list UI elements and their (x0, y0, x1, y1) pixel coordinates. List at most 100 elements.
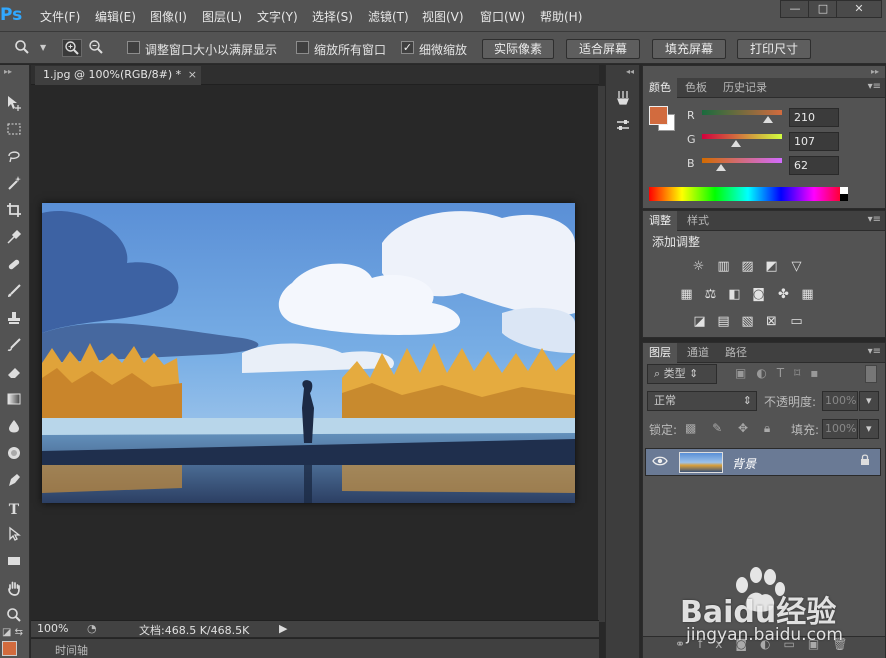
menu-select[interactable]: 选择(S) (312, 8, 353, 25)
menu-view[interactable]: 视图(V) (422, 8, 464, 25)
expand-dock-icon[interactable]: ◂◂ (626, 67, 634, 76)
blend-mode-select[interactable]: 正常 ⇕ (647, 391, 757, 411)
foreground-color-swatch-panel[interactable] (649, 106, 668, 125)
brightness-contrast-icon[interactable]: ☼ (690, 259, 707, 274)
menu-file[interactable]: 文件(F) (40, 8, 80, 25)
menu-filter[interactable]: 滤镜(T) (368, 8, 409, 25)
fx-icon[interactable]: fx (698, 637, 735, 651)
rectangle-tool-icon[interactable] (3, 553, 25, 575)
zoom-level[interactable]: 100% (37, 622, 68, 635)
foreground-color-swatch[interactable] (2, 641, 17, 656)
menu-window[interactable]: 窗口(W) (480, 8, 525, 25)
tab-paths[interactable]: 路径 (719, 343, 753, 363)
hand-tool-icon[interactable] (3, 580, 25, 602)
tab-layers[interactable]: 图层 (643, 343, 677, 363)
blur-icon[interactable] (3, 418, 25, 440)
menu-edit[interactable]: 编辑(E) (95, 8, 136, 25)
channel-b-field[interactable]: 62 (789, 156, 839, 175)
levels-icon[interactable]: ▥ (715, 259, 732, 274)
zoom-tool-icon[interactable] (3, 607, 25, 629)
channel-r-thumb[interactable] (762, 116, 773, 123)
minimize-button[interactable]: — (780, 0, 810, 18)
collapse-tools-icon[interactable]: ▸▸ (4, 67, 12, 76)
channel-g-thumb[interactable] (730, 140, 741, 147)
opacity-dropdown[interactable]: ▾ (859, 391, 879, 411)
actual-pixels-button[interactable]: 实际像素 (482, 39, 554, 59)
print-size-button[interactable]: 打印尺寸 (737, 39, 811, 59)
color-lookup-icon[interactable]: ▦ (799, 287, 816, 302)
type-tool-icon[interactable]: T (3, 499, 25, 521)
gradient-map-icon[interactable]: ▭ (788, 314, 805, 329)
restore-button[interactable]: □ (808, 0, 838, 18)
photo-filter-icon[interactable]: ◙ (750, 287, 767, 302)
channel-b-thumb[interactable] (716, 164, 727, 171)
channel-r-field[interactable]: 210 (789, 108, 839, 127)
spectrum-black[interactable] (840, 194, 848, 201)
menu-type[interactable]: 文字(Y) (257, 8, 298, 25)
eye-icon[interactable] (650, 455, 670, 469)
layer-filter-select[interactable]: ⌕ 类型 ⇕ (647, 364, 717, 384)
brush-tool-icon[interactable] (3, 283, 25, 305)
hue-saturation-icon[interactable]: ▦ (678, 287, 695, 302)
trash-icon[interactable]: 🗑︎ (832, 637, 860, 651)
move-tool-icon[interactable] (3, 94, 25, 116)
layer-row[interactable]: 背景 (645, 448, 881, 476)
selective-color-icon[interactable]: ⊠ (763, 314, 780, 329)
canvas-image[interactable] (42, 203, 575, 503)
history-brush-icon[interactable] (3, 337, 25, 359)
tab-styles[interactable]: 样式 (681, 211, 715, 231)
filter-toggle[interactable] (865, 365, 877, 383)
properties-icon[interactable] (612, 117, 634, 139)
menu-image[interactable]: 图像(I) (150, 8, 187, 25)
fill-dropdown[interactable]: ▾ (859, 419, 879, 439)
marquee-tool-icon[interactable] (3, 121, 25, 143)
channel-g-field[interactable]: 107 (789, 132, 839, 151)
crop-tool-icon[interactable] (3, 202, 25, 224)
color-spectrum-bar[interactable] (649, 187, 847, 201)
menu-help[interactable]: 帮助(H) (540, 8, 582, 25)
fill-screen-button[interactable]: 填充屏幕 (652, 39, 726, 59)
lasso-tool-icon[interactable] (3, 148, 25, 170)
panel-menu-icon[interactable]: ▾≡ (868, 214, 881, 225)
zoom-all-checkbox[interactable] (296, 41, 309, 54)
dodge-icon[interactable] (3, 445, 25, 467)
menu-layer[interactable]: 图层(L) (202, 8, 242, 25)
tab-history[interactable]: 历史记录 (717, 78, 773, 98)
status-info-icon[interactable]: ◔ (87, 622, 97, 635)
tab-color[interactable]: 颜色 (643, 78, 677, 98)
mask-icon[interactable]: ◙ (735, 637, 760, 651)
threshold-icon[interactable]: ▧ (739, 314, 756, 329)
eyedropper-icon[interactable] (3, 229, 25, 251)
document-tab[interactable]: 1.jpg @ 100%(RGB/8#) * × (35, 66, 201, 85)
magic-wand-icon[interactable] (3, 175, 25, 197)
color-balance-icon[interactable]: ⚖ (702, 287, 719, 302)
tab-adjustments[interactable]: 调整 (643, 211, 677, 231)
posterize-icon[interactable]: ▤ (715, 314, 732, 329)
channel-g-slider[interactable] (702, 134, 782, 139)
lock-options-icons[interactable]: ▩ ✎ ✥ 🔒︎ (685, 421, 776, 436)
eraser-icon[interactable] (3, 364, 25, 386)
close-tab-icon[interactable]: × (188, 66, 197, 84)
timeline-label[interactable]: 时间轴 (55, 642, 88, 658)
path-select-icon[interactable] (3, 526, 25, 548)
new-layer-icon[interactable]: ▣ (808, 637, 832, 651)
group-icon[interactable]: ▭ (784, 637, 808, 651)
layer-filter-icons[interactable]: ▣◐T⌑▪ (735, 366, 828, 380)
status-menu-arrow-icon[interactable]: ▶ (279, 622, 287, 635)
resize-windows-checkbox[interactable] (127, 41, 140, 54)
zoom-icon[interactable] (12, 39, 32, 57)
exposure-icon[interactable]: ◩ (763, 259, 780, 274)
tool-preset-chevron-icon[interactable]: ▼ (40, 43, 46, 52)
default-colors-icon[interactable]: ◪ ⇆ (2, 627, 23, 638)
spectrum-white[interactable] (840, 187, 848, 194)
zoom-in-icon[interactable] (62, 39, 82, 57)
brush-presets-icon[interactable] (612, 89, 634, 111)
scrubby-zoom-checkbox[interactable]: ✓ (401, 41, 414, 54)
channel-b-slider[interactable] (702, 158, 782, 163)
tab-swatches[interactable]: 色板 (679, 78, 713, 98)
fit-screen-button[interactable]: 适合屏幕 (566, 39, 640, 59)
black-white-icon[interactable]: ◧ (726, 287, 743, 302)
channel-mixer-icon[interactable]: ✤ (775, 287, 792, 302)
pen-tool-icon[interactable] (3, 472, 25, 494)
panel-menu-icon[interactable]: ▾≡ (868, 81, 881, 92)
